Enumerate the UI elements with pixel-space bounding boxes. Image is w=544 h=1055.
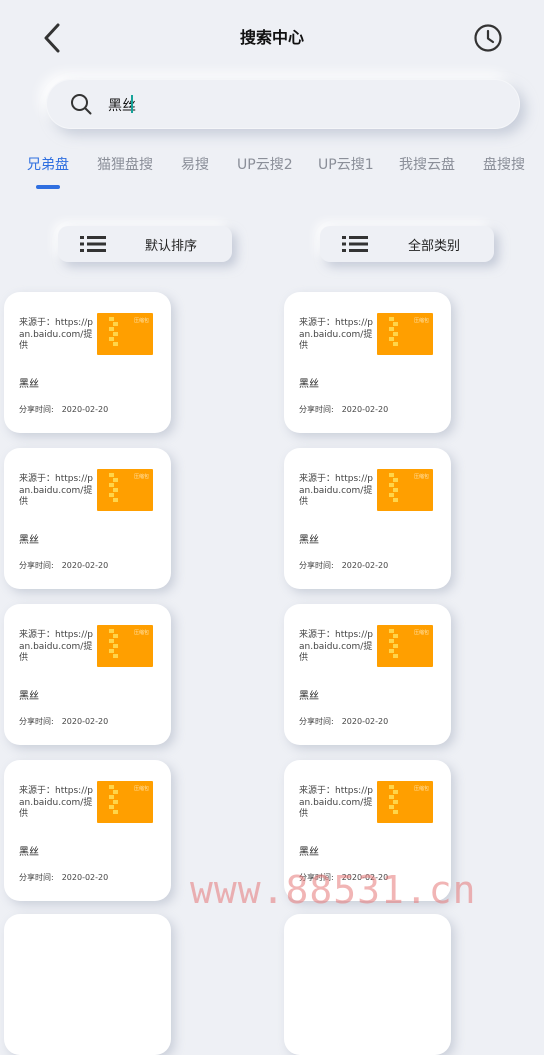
archive-thumbnail: 压缩包 (377, 469, 433, 511)
source-tabs: 兄弟盘 猫狸盘搜 易搜 UP云搜2 UP云搜1 我搜云盘 盘搜搜 (0, 148, 544, 192)
tab-up-yunsou-1[interactable]: UP云搜1 (318, 154, 374, 174)
card-source: 来源于：https://pan.baidu.com/提供 (19, 630, 93, 663)
search-icon (71, 94, 92, 115)
card-source: 来源于：https://pan.baidu.com/提供 (299, 786, 373, 819)
sort-label: 默认排序 (145, 239, 198, 254)
category-label: 全部类别 (408, 239, 461, 254)
card-title: 黑丝 (19, 379, 39, 390)
result-card[interactable]: 来源于：https://pan.baidu.com/提供 压缩包 黑丝 分享时间… (284, 604, 451, 745)
archive-thumbnail: 压缩包 (97, 625, 153, 667)
zipper-icon (389, 629, 398, 658)
card-title: 黑丝 (19, 535, 39, 546)
card-title: 黑丝 (299, 535, 319, 546)
archive-thumbnail: 压缩包 (97, 781, 153, 823)
clock-icon (474, 24, 502, 52)
archive-thumbnail: 压缩包 (97, 469, 153, 511)
thumbnail-label: 压缩包 (413, 786, 429, 792)
card-title: 黑丝 (299, 847, 319, 858)
archive-thumbnail: 压缩包 (377, 625, 433, 667)
zipper-icon (109, 785, 118, 814)
thumbnail-label: 压缩包 (133, 786, 149, 792)
category-button[interactable]: 全部类别 (320, 226, 494, 262)
zipper-icon (389, 785, 398, 814)
text-caret (131, 95, 133, 113)
page-title: 搜索中心 (239, 28, 304, 47)
thumbnail-label: 压缩包 (413, 318, 429, 324)
result-card[interactable]: 来源于：https://pan.baidu.com/提供 压缩包 黑丝 分享时间… (4, 760, 171, 901)
card-share-time: 分享时间: 2020-02-20 (299, 717, 389, 726)
archive-thumbnail: 压缩包 (377, 781, 433, 823)
card-share-time: 分享时间: 2020-02-20 (19, 561, 109, 570)
card-share-time: 分享时间: 2020-02-20 (299, 561, 389, 570)
search-input[interactable] (106, 91, 490, 119)
search-bar[interactable] (46, 79, 520, 129)
tab-wosouyunpan[interactable]: 我搜云盘 (399, 154, 455, 174)
card-share-time: 分享时间: 2020-02-20 (19, 405, 109, 414)
zipper-icon (109, 317, 118, 346)
card-title: 黑丝 (299, 379, 319, 390)
zipper-icon (389, 317, 398, 346)
thumbnail-label: 压缩包 (413, 630, 429, 636)
card-share-time: 分享时间: 2020-02-20 (299, 405, 389, 414)
zipper-icon (109, 473, 118, 502)
result-card[interactable]: 来源于：https://pan.baidu.com/提供 压缩包 黑丝 分享时间… (284, 448, 451, 589)
card-title: 黑丝 (19, 691, 39, 702)
card-source: 来源于：https://pan.baidu.com/提供 (299, 630, 373, 663)
result-card[interactable]: 来源于：https://pan.baidu.com/提供 压缩包 黑丝 分享时间… (4, 292, 171, 433)
result-card[interactable]: 来源于：https://pan.baidu.com/提供 压缩包 黑丝 分享时间… (4, 448, 171, 589)
active-tab-indicator (36, 185, 60, 189)
card-source: 来源于：https://pan.baidu.com/提供 (299, 474, 373, 507)
tab-xiongdipan[interactable]: 兄弟盘 (27, 154, 69, 174)
card-source: 来源于：https://pan.baidu.com/提供 (19, 474, 93, 507)
card-source: 来源于：https://pan.baidu.com/提供 (19, 318, 93, 351)
zipper-icon (389, 473, 398, 502)
tab-up-yunsou-2[interactable]: UP云搜2 (237, 154, 293, 174)
watermark: www.88531.cn (190, 868, 477, 912)
card-title: 黑丝 (19, 847, 39, 858)
header: 搜索中心 (0, 0, 544, 70)
thumbnail-label: 压缩包 (133, 630, 149, 636)
card-share-time: 分享时间: 2020-02-20 (19, 873, 109, 882)
card-title: 黑丝 (299, 691, 319, 702)
list-icon (342, 236, 368, 252)
card-share-time: 分享时间: 2020-02-20 (19, 717, 109, 726)
result-card-partial[interactable] (284, 914, 451, 1055)
sort-button[interactable]: 默认排序 (58, 226, 232, 262)
archive-thumbnail: 压缩包 (97, 313, 153, 355)
result-card[interactable]: 来源于：https://pan.baidu.com/提供 压缩包 黑丝 分享时间… (4, 604, 171, 745)
archive-thumbnail: 压缩包 (377, 313, 433, 355)
result-card[interactable]: 来源于：https://pan.baidu.com/提供 压缩包 黑丝 分享时间… (284, 292, 451, 433)
result-card-partial[interactable] (4, 914, 171, 1055)
thumbnail-label: 压缩包 (413, 474, 429, 480)
tab-yisou[interactable]: 易搜 (181, 154, 209, 174)
zipper-icon (109, 629, 118, 658)
thumbnail-label: 压缩包 (133, 318, 149, 324)
history-button[interactable] (470, 20, 506, 56)
tab-maolipansou[interactable]: 猫狸盘搜 (97, 154, 153, 174)
thumbnail-label: 压缩包 (133, 474, 149, 480)
card-source: 来源于：https://pan.baidu.com/提供 (299, 318, 373, 351)
card-source: 来源于：https://pan.baidu.com/提供 (19, 786, 93, 819)
list-icon (80, 236, 106, 252)
tab-pansousou[interactable]: 盘搜搜 (483, 154, 525, 174)
